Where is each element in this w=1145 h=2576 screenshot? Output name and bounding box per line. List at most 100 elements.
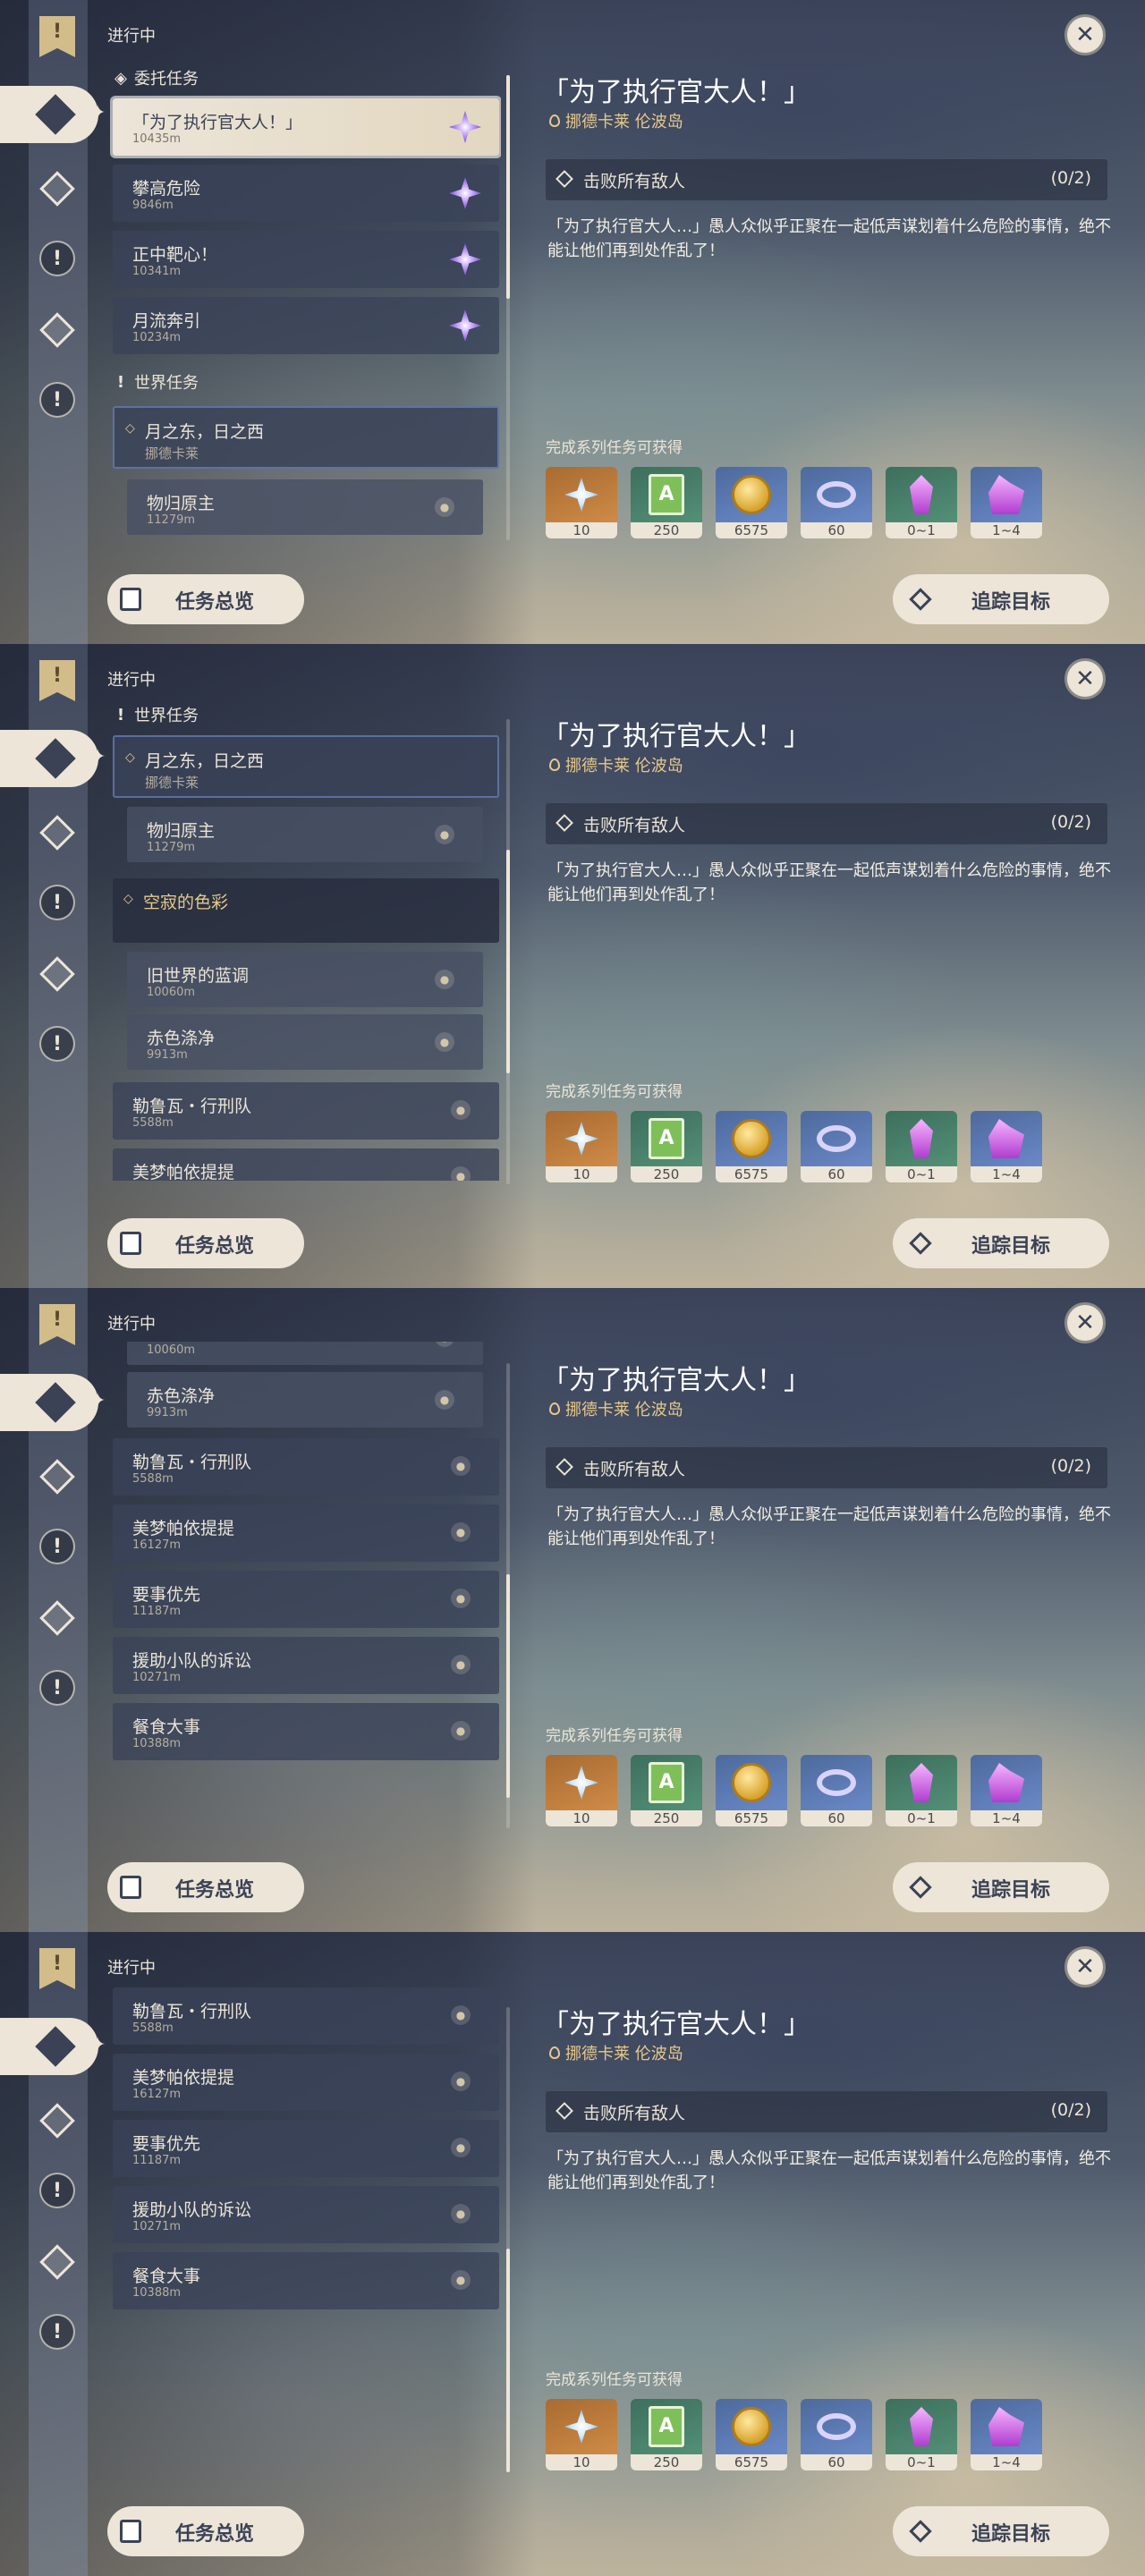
quest-item[interactable]: 勒鲁瓦・行刑队 5588m ● bbox=[113, 1438, 499, 1496]
reward-item[interactable]: 60 bbox=[801, 467, 872, 538]
location-pin-icon: ● bbox=[451, 1100, 471, 1120]
quest-sub-item[interactable]: 物归原主 11279m ● bbox=[127, 807, 483, 862]
quest-item[interactable]: 攀高危险 9846m bbox=[113, 165, 499, 222]
quest-item[interactable]: 正中靶心！ 10341m bbox=[113, 231, 499, 288]
close-button[interactable]: ✕ bbox=[1064, 1302, 1106, 1343]
quest-list[interactable]: 旧世界的蓝调10060m● 赤色涤净9913m● 勒鲁瓦・行刑队5588m● 美… bbox=[107, 1342, 501, 1825]
reward-item[interactable]: 1~4 bbox=[971, 1111, 1042, 1182]
reward-item[interactable]: 0~1 bbox=[886, 2399, 957, 2470]
rail-tab-commission[interactable]: ! bbox=[30, 372, 85, 428]
reward-item[interactable]: 10 bbox=[546, 467, 617, 538]
reward-item[interactable]: 60 bbox=[801, 1111, 872, 1182]
quest-group-item[interactable]: ◇ 月之东，日之西 挪德卡莱 bbox=[113, 735, 499, 798]
rail-tab-all-quests[interactable]: ✦ bbox=[0, 2018, 106, 2075]
quest-item[interactable]: 美梦帕依提提16127m● bbox=[113, 1148, 499, 1181]
quest-overview-button[interactable]: 任务总览 bbox=[107, 1218, 304, 1268]
close-button[interactable]: ✕ bbox=[1064, 1946, 1106, 1987]
reward-item[interactable]: 10 bbox=[546, 1111, 617, 1182]
quest-item[interactable]: 美梦帕依提提16127m● bbox=[113, 1504, 499, 1562]
scrollbar-thumb[interactable] bbox=[506, 1574, 510, 1798]
reward-item[interactable]: 0~1 bbox=[886, 1755, 957, 1826]
rail-tab-story[interactable]: ! bbox=[30, 2163, 85, 2218]
close-icon: ✕ bbox=[1075, 1309, 1095, 1336]
track-objective-button[interactable]: 追踪目标 bbox=[893, 2506, 1109, 2556]
reward-item[interactable]: 6575 bbox=[716, 2399, 787, 2470]
quest-list[interactable]: ◈ 委托任务 「为了执行官大人！」 10435m 攀高危险 9846m 正中靶心！ 10… bbox=[107, 54, 501, 537]
reward-item[interactable]: A 250 bbox=[631, 467, 702, 538]
quest-overview-button[interactable]: 任务总览 bbox=[107, 1862, 304, 1912]
quest-item[interactable]: 月流奔引 10234m bbox=[113, 297, 499, 354]
track-diamond-icon bbox=[909, 2520, 932, 2543]
rail-tab-story[interactable]: ! bbox=[30, 231, 85, 286]
reward-item[interactable]: 1~4 bbox=[971, 467, 1042, 538]
rail-tab-archon[interactable] bbox=[30, 805, 85, 860]
rail-tab-story[interactable]: ! bbox=[30, 875, 85, 930]
reward-item[interactable]: 10 bbox=[546, 2399, 617, 2470]
rail-tab-world[interactable] bbox=[30, 302, 85, 358]
reward-item[interactable]: 6575 bbox=[716, 467, 787, 538]
track-objective-button[interactable]: 追踪目标 bbox=[893, 574, 1109, 624]
reward-item[interactable]: 0~1 bbox=[886, 467, 957, 538]
reward-item[interactable]: 60 bbox=[801, 2399, 872, 2470]
quest-sub-item[interactable]: 赤色涤净 9913m ● bbox=[127, 1372, 483, 1428]
reward-item[interactable]: A 250 bbox=[631, 2399, 702, 2470]
reward-item[interactable]: 10 bbox=[546, 1755, 617, 1826]
quest-sub-item[interactable]: 旧世界的蓝调10060m● bbox=[127, 952, 483, 1007]
rail-tab-world[interactable] bbox=[30, 946, 85, 1002]
rail-tab-story[interactable]: ! bbox=[30, 1519, 85, 1574]
rail-tab-all-quests[interactable]: ✦ bbox=[0, 1374, 106, 1431]
reward-item[interactable]: 60 bbox=[801, 1755, 872, 1826]
scrollbar-thumb[interactable] bbox=[506, 2249, 510, 2472]
quest-sub-item[interactable]: 赤色涤净 9913m ● bbox=[127, 1014, 483, 1070]
reward-item[interactable]: 0~1 bbox=[886, 1111, 957, 1182]
quest-group-item[interactable]: ◇ 空寂的色彩 bbox=[113, 878, 499, 943]
quest-list[interactable]: ! 世界任务 ◇ 月之东，日之西 挪德卡莱 物归原主 11279m ● ◇ 空寂的色彩 旧世… bbox=[107, 698, 501, 1181]
track-objective-button[interactable]: 追踪目标 bbox=[893, 1218, 1109, 1268]
rail-tab-commission[interactable]: ! bbox=[30, 1660, 85, 1716]
archon-quest-icon bbox=[39, 815, 75, 851]
quest-sub-item[interactable]: 旧世界的蓝调10060m● bbox=[127, 1342, 483, 1365]
quest-item[interactable]: 餐食大事 10388m ● bbox=[113, 2252, 499, 2309]
reward-item[interactable]: 1~4 bbox=[971, 1755, 1042, 1826]
scrollbar-thumb[interactable] bbox=[506, 850, 510, 1073]
quest-item[interactable]: 援助小队的诉讼 10271m ● bbox=[113, 1637, 499, 1694]
rail-tab-archon[interactable] bbox=[30, 1449, 85, 1504]
rail-tab-all-quests[interactable]: ✦ bbox=[0, 86, 106, 143]
rail-tab-world[interactable] bbox=[30, 1590, 85, 1646]
commission-star-icon bbox=[449, 111, 481, 143]
close-icon: ✕ bbox=[1075, 665, 1095, 692]
rail-tab-commission[interactable]: ! bbox=[30, 2304, 85, 2360]
location-pin-icon: ● bbox=[451, 2072, 471, 2091]
quest-item[interactable]: 勒鲁瓦・行刑队 5588m ● bbox=[113, 1987, 499, 2045]
adventure-exp-icon: A bbox=[649, 2406, 684, 2447]
reward-item[interactable]: 1~4 bbox=[971, 2399, 1042, 2470]
close-button[interactable]: ✕ bbox=[1064, 658, 1106, 699]
objective-row: 击败所有敌人 (0/2) bbox=[546, 159, 1107, 200]
reward-item[interactable]: 6575 bbox=[716, 1755, 787, 1826]
quest-item[interactable]: 要事优先 11187m ● bbox=[113, 2120, 499, 2177]
quest-overview-button[interactable]: 任务总览 bbox=[107, 574, 304, 624]
quest-item[interactable]: 要事优先 11187m ● bbox=[113, 1571, 499, 1628]
rail-tab-all-quests[interactable]: ✦ bbox=[0, 730, 106, 787]
quest-item[interactable]: 「为了执行官大人！」 10435m bbox=[113, 98, 499, 156]
close-button[interactable]: ✕ bbox=[1064, 14, 1106, 55]
rail-tab-commission[interactable]: ! bbox=[30, 1016, 85, 1072]
story-quest-icon: ! bbox=[39, 1529, 75, 1564]
track-objective-button[interactable]: 追踪目标 bbox=[893, 1862, 1109, 1912]
reward-item[interactable]: A 250 bbox=[631, 1755, 702, 1826]
rail-tab-archon[interactable] bbox=[30, 161, 85, 216]
quest-sub-item[interactable]: 物归原主 11279m ● bbox=[127, 479, 483, 535]
quest-item[interactable]: 援助小队的诉讼 10271m ● bbox=[113, 2186, 499, 2243]
quest-item[interactable]: 勒鲁瓦・行刑队 5588m ● bbox=[113, 1082, 499, 1140]
quest-list[interactable]: 勒鲁瓦・行刑队 5588m ● 美梦帕依提提 16127m ● 要事优先 11187m ● … bbox=[107, 1986, 501, 2469]
rail-tab-world[interactable] bbox=[30, 2234, 85, 2290]
scrollbar-thumb[interactable] bbox=[506, 75, 510, 299]
reward-item[interactable]: 6575 bbox=[716, 1111, 787, 1182]
reward-item[interactable]: A 250 bbox=[631, 1111, 702, 1182]
quest-group-item[interactable]: ◇ 月之东，日之西 挪德卡莱 bbox=[113, 406, 499, 469]
rail-tab-archon[interactable] bbox=[30, 2093, 85, 2148]
quest-overview-button[interactable]: 任务总览 bbox=[107, 2506, 304, 2556]
quest-item[interactable]: 美梦帕依提提16127m● bbox=[113, 2054, 499, 2111]
objective-diamond-icon bbox=[556, 1458, 573, 1476]
quest-item[interactable]: 餐食大事 10388m ● bbox=[113, 1703, 499, 1760]
